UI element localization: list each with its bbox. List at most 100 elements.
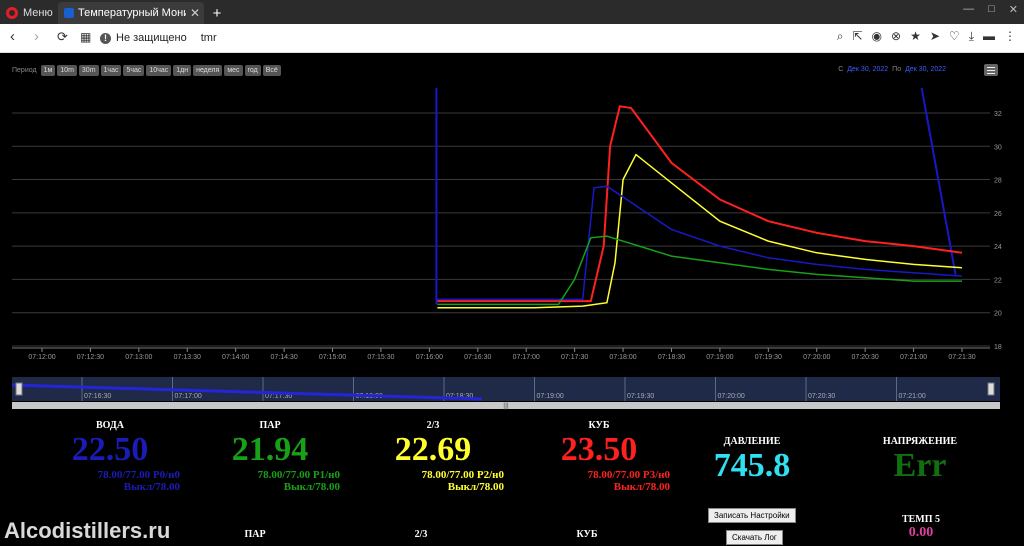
maximize-icon[interactable]: □ xyxy=(988,3,995,16)
window-controls: — □ ✕ xyxy=(963,3,1018,16)
readout-cube: КУБ 23.50 78.00/77.00 P3/н0 Выкл/78.00 xyxy=(528,420,670,493)
tab-title: Температурный Монитор xyxy=(78,7,186,19)
readout-value: 745.8 xyxy=(713,447,791,484)
readout-value: 22.69 xyxy=(394,431,472,468)
x-tick-label: 07:19:00 xyxy=(706,354,733,361)
url-field[interactable]: ! Не защищено tmr xyxy=(100,28,217,48)
save-settings-button[interactable]: Записать Настройки xyxy=(708,508,796,523)
readout-name: ПАР xyxy=(259,420,281,431)
x-tick-label: 07:14:30 xyxy=(270,354,297,361)
navigator-tick-label: 07:20:30 xyxy=(808,393,835,400)
camera-icon[interactable]: ◉ xyxy=(872,29,882,44)
period-1h-button[interactable]: 1час xyxy=(100,65,122,76)
period-1d-button[interactable]: 1дн xyxy=(173,65,192,76)
x-tick-label: 07:20:00 xyxy=(803,354,830,361)
navigator-tick-label: 07:21:00 xyxy=(899,393,926,400)
navigator-tick-label: 07:19:00 xyxy=(537,393,564,400)
series-line-0 xyxy=(437,105,963,303)
readout-value: Err xyxy=(893,447,947,484)
close-tab-icon[interactable]: ✕ xyxy=(190,6,200,20)
readout-name: ДАВЛЕНИЕ xyxy=(723,436,781,447)
back-icon[interactable]: ‹ xyxy=(10,28,15,45)
period-30m-button[interactable]: 30m xyxy=(78,65,99,76)
bottom-label-cube: КУБ xyxy=(576,529,598,540)
readout-name: ВОДА xyxy=(95,420,125,431)
x-tick-label: 07:18:30 xyxy=(658,354,685,361)
x-tick-label: 07:18:00 xyxy=(609,354,636,361)
readout-value: 23.50 xyxy=(560,431,638,468)
readout-state: Выкл/78.00 xyxy=(283,481,340,493)
new-tab-button[interactable]: + xyxy=(208,2,226,24)
date-range: С Дек 30, 2022 По Дек 30, 2022 xyxy=(838,66,946,73)
adblock-icon[interactable]: ⊗ xyxy=(891,29,901,44)
heart-icon[interactable]: ♡ xyxy=(949,29,960,44)
bottom-label-two-thirds: 2/3 xyxy=(414,529,428,540)
search-icon[interactable]: ⌕ xyxy=(837,29,844,44)
navigator-handle-right[interactable] xyxy=(987,382,995,396)
period-year-button[interactable]: год xyxy=(244,65,261,76)
favicon-icon xyxy=(64,8,74,18)
scrollbar-grip-icon[interactable]: ||| xyxy=(503,403,509,410)
range-to-input[interactable]: Дек 30, 2022 xyxy=(905,66,946,73)
x-tick-label: 07:13:30 xyxy=(174,354,201,361)
opera-logo-icon xyxy=(6,7,18,19)
close-window-icon[interactable]: ✕ xyxy=(1009,3,1018,16)
period-10h-button[interactable]: 10час xyxy=(146,65,172,76)
x-tick-label: 07:21:30 xyxy=(948,354,975,361)
minimize-icon[interactable]: — xyxy=(963,3,974,16)
readout-temp5: ТЕМП 5 0.00 xyxy=(880,514,962,541)
period-selector: Период 1м 10m 30m 1час 5час 10час 1дн не… xyxy=(12,65,283,76)
period-1m-button[interactable]: 1м xyxy=(40,65,56,76)
temperature-chart: 07:12:00 07:12:30 07:13:00 07:13:30 07:14:00… xyxy=(12,87,1002,361)
period-month-button[interactable]: мес xyxy=(224,65,243,76)
readout-value: 21.94 xyxy=(231,431,309,468)
bookmark-icon[interactable]: ★ xyxy=(910,29,921,44)
browser-tab-bar: Меню Температурный Монитор ✕ + — □ ✕ xyxy=(0,0,1024,24)
y-tick-label: 32 xyxy=(994,111,1002,118)
readout-state: Выкл/78.00 xyxy=(123,481,180,493)
y-tick-label: 28 xyxy=(994,178,1002,185)
x-tick-label: 07:21:00 xyxy=(900,354,927,361)
readout-setpoint: 78.00/77.00 P2/н0 xyxy=(421,469,504,481)
security-label: Не защищено xyxy=(116,32,187,44)
navigator-handle-left[interactable] xyxy=(15,382,23,396)
download-log-button[interactable]: Скачать Лог xyxy=(726,530,783,545)
readout-name: КУБ xyxy=(588,420,610,431)
chart-menu-icon[interactable] xyxy=(984,64,998,76)
y-tick-label: 30 xyxy=(994,144,1002,151)
readout-two-thirds: 2/3 22.69 78.00/77.00 P2/н0 Выкл/78.00 xyxy=(362,420,504,493)
period-10m-button[interactable]: 10m xyxy=(57,65,77,76)
menu-label: Меню xyxy=(23,7,53,19)
reload-icon[interactable]: ⟳ xyxy=(57,29,68,45)
x-tick-label: 07:19:30 xyxy=(755,354,782,361)
more-icon[interactable]: ⋮ xyxy=(1004,29,1016,44)
y-tick-label: 26 xyxy=(994,211,1002,218)
navigator-tick-label: 07:19:30 xyxy=(627,393,654,400)
x-tick-label: 07:15:00 xyxy=(319,354,346,361)
x-tick-label: 07:12:00 xyxy=(28,354,55,361)
chart-navigator[interactable]: 07:16:3007:17:0007:17:3007:18:0007:18:30… xyxy=(12,377,1000,411)
tabs-grid-icon[interactable]: ▦ xyxy=(80,30,91,44)
readout-steam: ПАР 21.94 78.00/77.00 P1/н0 Выкл/78.00 xyxy=(200,420,340,493)
send-icon[interactable]: ➤ xyxy=(930,29,940,44)
range-from-label: С xyxy=(838,66,844,73)
period-week-button[interactable]: неделя xyxy=(193,65,223,76)
readout-state: Выкл/78.00 xyxy=(447,481,504,493)
y-tick-label: 18 xyxy=(994,344,1002,351)
battery-icon[interactable]: ▬ xyxy=(983,29,995,44)
period-5h-button[interactable]: 5час xyxy=(123,65,145,76)
bottom-label-steam: ПАР xyxy=(244,529,266,540)
warning-icon: ! xyxy=(100,32,111,44)
url-text: tmr xyxy=(200,32,217,44)
forward-icon[interactable]: › xyxy=(34,28,39,45)
period-label: Период xyxy=(12,67,37,74)
range-from-input[interactable]: Дек 30, 2022 xyxy=(847,66,888,73)
share-icon[interactable]: ⇱ xyxy=(852,29,862,44)
download-icon[interactable]: ⤓ xyxy=(969,29,974,44)
opera-menu-button[interactable]: Меню xyxy=(0,2,56,24)
series-line-1 xyxy=(437,153,963,309)
tab-active[interactable]: Температурный Монитор ✕ xyxy=(58,2,204,24)
period-all-button[interactable]: Всё xyxy=(262,65,281,76)
navigator-tick-label: 07:16:30 xyxy=(84,393,111,400)
toolbar-icons: ⌕ ⇱ ◉ ⊗ ★ ➤ ♡ ⤓ ▬ ⋮ xyxy=(837,29,1016,44)
